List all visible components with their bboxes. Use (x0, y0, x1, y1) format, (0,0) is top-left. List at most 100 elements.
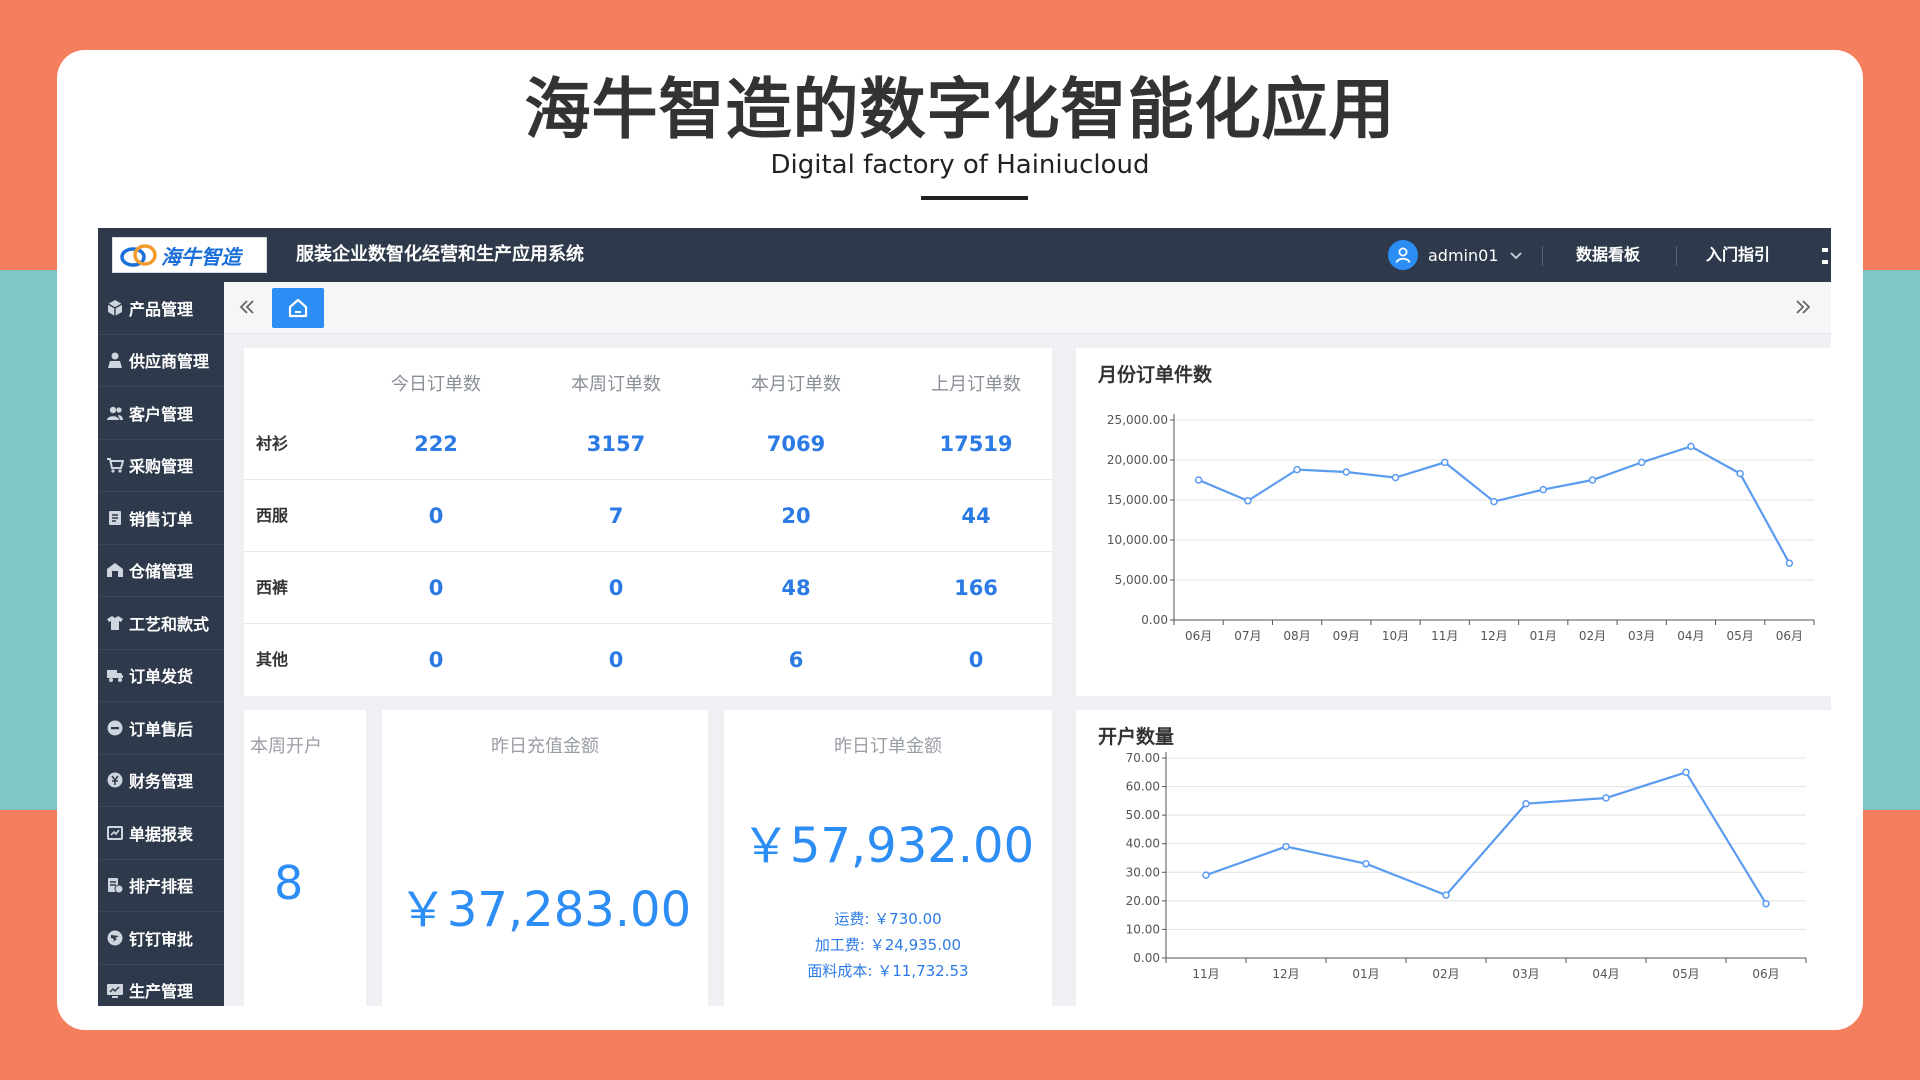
home-icon (288, 298, 308, 318)
x-tick-label: 11月 (1431, 629, 1458, 643)
users-icon (107, 406, 123, 420)
nav-separator (1676, 246, 1677, 266)
y-tick-label: 20,000.00 (1107, 453, 1168, 467)
sidebar-item-label: 钉钉审批 (129, 929, 194, 949)
user-menu[interactable]: admin01 (1388, 240, 1523, 270)
data-point (1282, 842, 1290, 851)
stat-value: ￥37,283.00 (398, 882, 692, 938)
data-point (1736, 469, 1744, 478)
data-point (1602, 794, 1610, 802)
sidebar-item-label: 供应商管理 (129, 352, 210, 372)
sidebar-item-warehouse[interactable]: 仓储管理 (98, 545, 224, 597)
warehouse-icon (107, 563, 123, 578)
x-tick-label: 06月 (1752, 967, 1779, 981)
sidebar-item-label: 订单售后 (129, 719, 194, 739)
x-tick-label: 01月 (1352, 967, 1379, 981)
column-header: 今日订单数 (391, 374, 481, 395)
stat-label: 本周开户 (250, 736, 322, 757)
table-cell: 7069 (766, 432, 826, 456)
table-cell: 20 (781, 504, 811, 528)
sidebar-item-product[interactable]: 产品管理 (98, 282, 224, 335)
x-tick-label: 05月 (1727, 629, 1754, 643)
table-cell: 0 (968, 648, 984, 672)
sidebar-item-dingtalk[interactable]: 钉钉审批 (98, 912, 224, 965)
shirt-icon (107, 615, 123, 630)
sidebar-item-label: 仓储管理 (129, 562, 194, 582)
data-point (1244, 497, 1252, 505)
data-point (1682, 768, 1690, 777)
dingtalk-icon (107, 930, 123, 946)
row-label: 其他 (256, 650, 289, 669)
table-row: 西服 0 7 20 44 (244, 480, 1052, 552)
x-tick-label: 04月 (1592, 967, 1619, 981)
x-tick-label: 09月 (1333, 629, 1360, 643)
sidebar-item-label: 排产排程 (129, 877, 194, 897)
tab-bar (224, 282, 1831, 334)
nav-link-guide[interactable]: 入门指引 (1706, 228, 1770, 282)
nav-separator (1542, 246, 1543, 266)
series-line (1205, 770, 1767, 905)
table-cell: 0 (428, 504, 444, 528)
table-row: 西裤 0 0 48 166 (244, 552, 1052, 624)
sidebar-item-production[interactable]: 生产管理 (98, 965, 224, 1007)
sidebar-item-finance[interactable]: 财务管理 (98, 755, 224, 807)
sidebar-item-after-sales[interactable]: 订单售后 (98, 702, 224, 755)
order-amount-card: 昨日订单金额 ￥57,932.00 运费: ￥730.00 加工费: ￥24,9… (724, 710, 1052, 1006)
y-tick-label: 0.00 (1133, 951, 1160, 965)
breakdown-line: 面料成本: ￥11,732.53 (807, 962, 969, 980)
sidebar-item-supplier[interactable]: 供应商管理 (98, 335, 224, 387)
x-tick-label: 04月 (1677, 629, 1704, 643)
x-tick-label: 06月 (1185, 629, 1212, 643)
column-header: 上月订单数 (931, 374, 1021, 395)
sidebar-item-label: 订单发货 (129, 667, 194, 687)
data-point (1785, 559, 1794, 567)
x-tick-label: 11月 (1192, 967, 1219, 981)
x-tick-label: 07月 (1234, 629, 1261, 643)
double-chevron-left-icon[interactable] (234, 294, 260, 320)
stat-value: ￥57,932.00 (741, 818, 1035, 874)
sidebar-item-craft-style[interactable]: 工艺和款式 (98, 597, 224, 650)
box-icon (107, 299, 123, 316)
sidebar-item-customer[interactable]: 客户管理 (98, 387, 224, 440)
row-label: 西裤 (256, 578, 289, 597)
x-tick-label: 05月 (1672, 967, 1699, 981)
table-row: 衬衫 222 3157 7069 17519 (244, 408, 1052, 480)
breakdown-line: 加工费: ￥24,935.00 (814, 936, 962, 954)
logo-text: 海牛智造 (161, 244, 241, 269)
title-underline (921, 196, 1028, 200)
line-chart: 0.00 10.00 20.00 30.00 40.00 50.00 60.00 70.00 1… (1126, 751, 1807, 981)
row-label: 西服 (256, 506, 289, 525)
avatar-icon (1388, 240, 1418, 270)
data-point (1762, 899, 1770, 908)
x-tick-label: 12月 (1272, 967, 1299, 981)
stat-label: 昨日订单金额 (834, 736, 942, 757)
sidebar-item-sales-order[interactable]: 销售订单 (98, 492, 224, 545)
table-cell: 6 (788, 648, 804, 672)
data-point (1522, 799, 1530, 808)
app-logo[interactable]: 海牛智造 (112, 237, 267, 273)
app-window: 海牛智造 服装企业数智化经营和生产应用系统 admin01 数据看板 入门指引 … (98, 228, 1831, 1006)
sidebar-item-purchase[interactable]: 采购管理 (98, 440, 224, 492)
tab-home[interactable] (272, 288, 324, 328)
sidebar-item-label: 单据报表 (129, 824, 194, 844)
nav-link-dashboard[interactable]: 数据看板 (1576, 228, 1640, 282)
y-tick-label: 20.00 (1126, 894, 1160, 908)
data-point (1637, 458, 1646, 467)
sidebar-item-label: 销售订单 (129, 509, 194, 529)
sidebar-item-scheduling[interactable]: 排产排程 (98, 860, 224, 912)
table-cell: 0 (428, 576, 444, 600)
truck-icon (107, 670, 123, 683)
x-tick-label: 01月 (1530, 629, 1557, 643)
sidebar: 产品管理 供应商管理 客户管理 采购管理 销售订单 仓储管理 工艺和款式 订单发… (98, 282, 224, 1006)
y-tick-label: 5,000.00 (1115, 573, 1168, 587)
data-point (1342, 468, 1351, 476)
more-icon[interactable] (1822, 246, 1828, 266)
sidebar-item-reports[interactable]: 单据报表 (98, 807, 224, 860)
minus-circle-icon (107, 720, 123, 736)
y-tick-label: 60.00 (1126, 780, 1160, 794)
sidebar-item-label: 客户管理 (129, 404, 194, 424)
double-chevron-right-icon[interactable] (1790, 294, 1816, 320)
system-title: 服装企业数智化经营和生产应用系统 (296, 244, 584, 265)
sidebar-item-shipping[interactable]: 订单发货 (98, 650, 224, 702)
x-tick-label: 02月 (1432, 967, 1459, 981)
